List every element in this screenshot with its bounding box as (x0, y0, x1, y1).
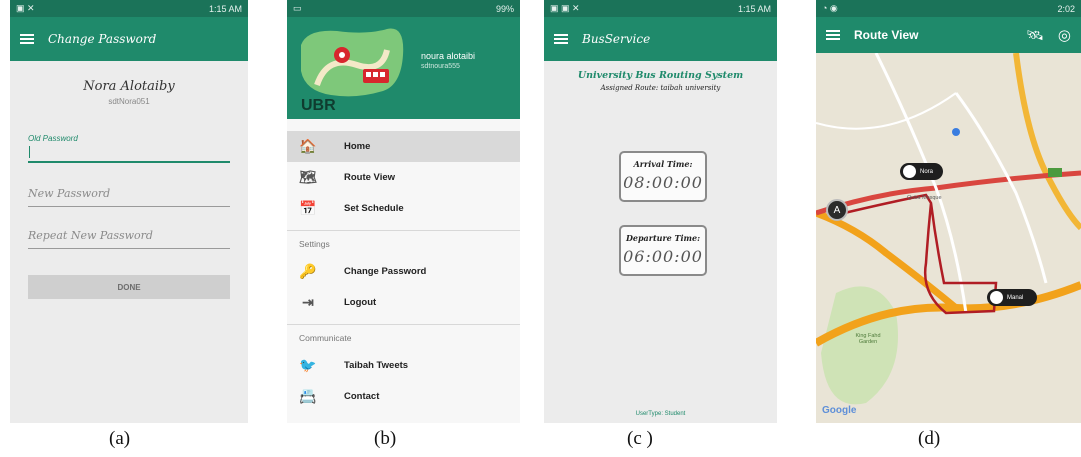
menu-item-label: Route View (344, 172, 396, 183)
menu-item-change-password[interactable]: 🔑 Change Password (287, 256, 520, 287)
done-button[interactable]: DONE (28, 275, 230, 299)
bus-service-screen: ▣ ▣ ✕ 1:15 AM BusService University Bus … (544, 0, 777, 423)
status-bar: ▣ ▣ ✕ 1:15 AM (544, 0, 777, 17)
user-id: sdtnoura555 (421, 63, 460, 70)
status-bar: ◔ ◉ 2:02 (816, 0, 1081, 17)
home-icon: 🏠 (299, 138, 317, 154)
notification-icons: ▣ ✕ (16, 3, 35, 13)
app-bar: Change Password (10, 17, 248, 61)
menu-item-label: Set Schedule (344, 203, 404, 214)
user-id: sdtNora051 (108, 97, 150, 106)
start-marker[interactable]: A (826, 199, 848, 221)
marker-label: Nora (920, 168, 934, 175)
departure-time-value: 06:00:00 (623, 247, 703, 266)
menu-item-taibah-tweets[interactable]: 🐦 Taibah Tweets (287, 350, 520, 381)
google-logo: Google (822, 405, 857, 416)
marker-label: Manal (1007, 294, 1024, 301)
avatar (990, 291, 1003, 304)
status-time: 1:15 AM (208, 3, 242, 14)
my-location-icon[interactable]: ◎ (1058, 26, 1071, 44)
old-password-field[interactable] (28, 143, 230, 163)
text-cursor (29, 146, 30, 158)
page-title: Route View (854, 28, 919, 42)
communicate-header: Communicate (287, 324, 520, 350)
drawer-header: UBR noura alotaibi sdtnoura555 (287, 17, 520, 119)
app-bar: BusService (544, 17, 777, 61)
status-time: 1:15 AM (737, 3, 771, 14)
arrival-time-label: Arrival Time: (633, 159, 693, 169)
twitter-icon: 🐦 (299, 357, 317, 373)
page-title: BusService (582, 32, 651, 46)
status-bar: ▭ 99% (287, 0, 520, 17)
calendar-icon: 📅 (299, 200, 317, 216)
status-time: 2:02 (1057, 3, 1075, 14)
user-name: Nora Alotaiby (83, 79, 175, 94)
menu-item-contact[interactable]: 📇 Contact (287, 381, 520, 412)
navigation-drawer-screen: ▭ 99% UBR noura alotaibi sdtnoura555 🏠 Ho… (287, 0, 520, 423)
map-label-garden: King Fahd Garden (855, 333, 881, 345)
menu-icon[interactable] (20, 34, 34, 44)
menu-icon[interactable] (826, 30, 840, 40)
menu-icon[interactable] (554, 34, 568, 44)
arrival-time-value: 08:00:00 (623, 173, 703, 192)
contact-card-icon: 📇 (299, 388, 317, 404)
notification-icons: ▣ ▣ ✕ (550, 3, 580, 13)
caption-b: (b) (374, 428, 397, 449)
user-name: noura alotaibi (421, 51, 476, 61)
new-password-field[interactable]: New Password (28, 183, 230, 207)
caption-c: (c ) (627, 428, 653, 449)
change-password-screen: ▣ ✕ 1:15 AM Change Password Nora Alotaib… (10, 0, 248, 423)
old-password-label: Old Password (28, 134, 78, 143)
repeat-password-field[interactable]: Repeat New Password (28, 225, 230, 249)
menu-item-home[interactable]: 🏠 Home (287, 131, 520, 162)
menu-item-label: Change Password (344, 266, 427, 277)
key-icon: 🔑 (299, 263, 317, 279)
notification-icons: ◔ ◉ (822, 3, 838, 13)
satellite-icon[interactable]: 🛰 (1026, 27, 1044, 44)
menu-item-label: Logout (344, 297, 377, 308)
map-icon: 🗺 (299, 169, 317, 185)
logout-icon: ⇥ (302, 294, 314, 310)
user-type-footer: UserType: Student (635, 411, 686, 417)
start-marker-label: A (833, 204, 841, 216)
menu-item-label: Taibah Tweets (344, 360, 409, 371)
menu-item-label: Contact (344, 391, 380, 402)
traffic-sign (1048, 168, 1062, 177)
departure-time-label: Departure Time: (625, 233, 701, 243)
departure-time-box: Departure Time: 06:00:00 (619, 225, 707, 276)
route-map[interactable] (816, 53, 1081, 423)
menu-item-logout[interactable]: ⇥ Logout (287, 287, 520, 318)
user-marker-nora[interactable]: Nora (900, 163, 944, 180)
current-location-dot (952, 128, 960, 136)
route-view-screen: ◔ ◉ 2:02 Route View 🛰 ◎ A Nora Manal Qub… (816, 0, 1081, 423)
menu-item-set-schedule[interactable]: 📅 Set Schedule (287, 193, 520, 224)
status-battery: 99% (495, 3, 514, 14)
user-marker-manal[interactable]: Manal (987, 289, 1038, 306)
caption-a: (a) (109, 428, 131, 449)
menu-item-route-view[interactable]: 🗺 Route View (287, 162, 520, 193)
logo-text: UBR (301, 97, 336, 114)
map-label-quba: Quba Mosque (907, 195, 942, 201)
system-title: University Bus Routing System (577, 70, 744, 81)
menu-item-label: Home (344, 141, 371, 152)
avatar (903, 165, 916, 178)
status-bar: ▣ ✕ 1:15 AM (10, 0, 248, 17)
caption-d: (d) (918, 428, 941, 449)
app-bar: Route View 🛰 ◎ (816, 17, 1081, 53)
assigned-route: Assigned Route: taibah university (600, 84, 721, 92)
notification-icons: ▭ (293, 3, 302, 13)
page-title: Change Password (48, 32, 157, 46)
settings-header: Settings (287, 230, 520, 256)
arrival-time-box: Arrival Time: 08:00:00 (619, 151, 707, 202)
